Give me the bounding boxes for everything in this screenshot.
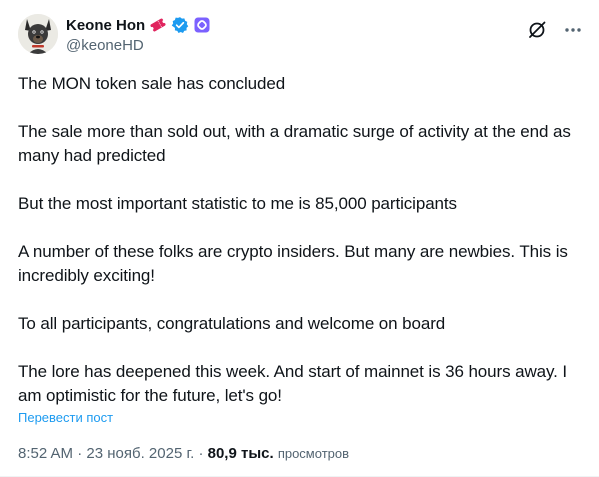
post-card: Keone Hon @keoneHD The MON token sale ha… [0,0,599,477]
ticket-emoji-icon [149,16,167,34]
post-paragraph: The sale more than sold out, with a dram… [18,122,571,165]
display-name[interactable]: Keone Hon [66,17,145,34]
affiliate-badge-icon[interactable] [193,16,211,34]
post-header: Keone Hon @keoneHD [18,14,585,56]
views-label: просмотров [277,446,350,461]
post-text: The MON token sale has concluded The sal… [18,72,588,408]
post-time[interactable]: 8:52 AM [18,445,73,462]
post-date[interactable]: 23 нояб. 2025 г. [86,445,194,462]
more-icon[interactable] [561,18,585,42]
meta-separator: · [77,445,83,462]
views-count[interactable]: 80,9 тыс. [208,445,274,462]
dog-avatar-icon [18,14,58,54]
post-paragraph: But the most important statistic to me i… [18,194,457,213]
post-meta: 8:52 AM · 23 нояб. 2025 г. · 80,9 тыс. п… [18,445,349,462]
header-actions [525,18,585,42]
translate-post-link[interactable]: Перевести пост [18,410,113,425]
handle[interactable]: @keoneHD [66,37,211,54]
meta-separator: · [198,445,204,462]
grok-icon[interactable] [525,18,549,42]
name-row: Keone Hon [66,15,211,35]
author-names: Keone Hon @keoneHD [66,15,211,54]
post-paragraph: The MON token sale has concluded [18,74,286,93]
post-paragraph: To all participants, congratulations and… [18,314,446,333]
verified-badge-icon[interactable] [171,16,189,34]
avatar[interactable] [18,14,58,54]
post-paragraph: The lore has deepened this week. And sta… [18,362,567,405]
post-paragraph: A number of these folks are crypto insid… [18,242,568,285]
